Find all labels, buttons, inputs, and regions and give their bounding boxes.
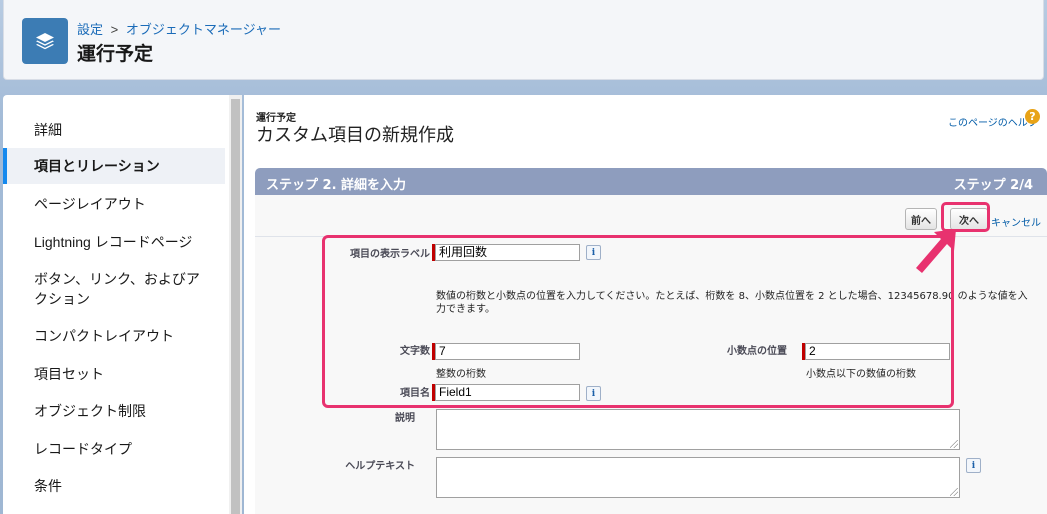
help-icon[interactable]: ? xyxy=(1025,109,1040,124)
sidebar-item-fields-relationships[interactable]: 項目とリレーション xyxy=(3,148,225,184)
breadcrumb-setup-link[interactable]: 設定 xyxy=(77,22,103,37)
sidebar-item-object-limits[interactable]: オブジェクト制限 xyxy=(3,401,225,421)
info-icon[interactable]: i xyxy=(966,458,981,473)
sidebar-item-buttons-links-actions-cont[interactable]: クション xyxy=(3,289,225,309)
sidebar: 詳細 項目とリレーション ページレイアウト Lightning レコードページ … xyxy=(3,95,242,514)
sidebar-item-page-layouts[interactable]: ページレイアウト xyxy=(3,194,225,214)
sidebar-item-record-types[interactable]: レコードタイプ xyxy=(3,439,225,459)
object-title: 運行予定 xyxy=(77,44,154,65)
layers-icon xyxy=(22,18,68,64)
help-text-textarea[interactable] xyxy=(436,457,960,498)
sidebar-item-lightning-record-pages[interactable]: Lightning レコードページ xyxy=(3,232,225,252)
description-label: 説明 xyxy=(395,413,415,424)
step-label: ステップ 2. 詳細を入力 xyxy=(266,178,407,193)
step-count: ステップ 2/4 xyxy=(953,178,1033,193)
page-title: カスタム項目の新規作成 xyxy=(256,125,454,145)
resize-grip-icon[interactable] xyxy=(950,440,958,448)
sidebar-item-criteria[interactable]: 条件 xyxy=(3,476,225,496)
breadcrumb-object-manager-link[interactable]: オブジェクトマネージャー xyxy=(126,22,281,37)
sidebar-item-buttons-links-actions[interactable]: ボタン、リンク、およびア xyxy=(3,269,225,289)
sidebar-item-compact-layouts[interactable]: コンパクトレイアウト xyxy=(3,326,225,346)
help-text-label: ヘルプテキスト xyxy=(345,461,415,472)
sidebar-scroll-thumb[interactable] xyxy=(231,99,240,514)
breadcrumb: 設定 > オブジェクトマネージャー xyxy=(77,19,281,38)
description-textarea[interactable] xyxy=(436,409,960,450)
pointer-arrow-icon xyxy=(916,229,956,273)
sidebar-item-details[interactable]: 詳細 xyxy=(3,120,225,140)
breadcrumb-separator: > xyxy=(110,22,119,37)
resize-grip-icon[interactable] xyxy=(950,488,958,496)
sidebar-item-field-sets[interactable]: 項目セット xyxy=(3,364,225,384)
cancel-link[interactable]: キャンセル xyxy=(991,214,1041,229)
step-header: ステップ 2. 詳細を入力 ステップ 2/4 xyxy=(255,168,1047,195)
form-highlight-annotation xyxy=(322,235,954,408)
object-header: 設定 > オブジェクトマネージャー 運行予定 xyxy=(3,0,1044,80)
